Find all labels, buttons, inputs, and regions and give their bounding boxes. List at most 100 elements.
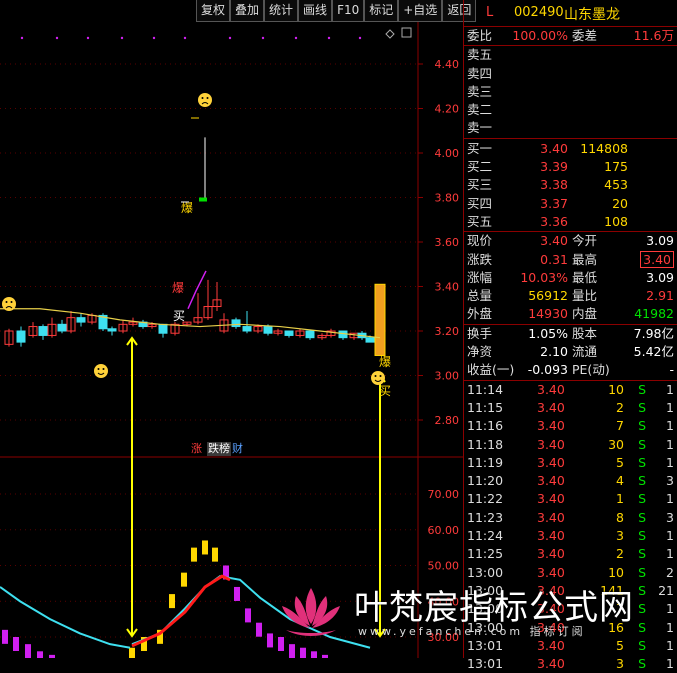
tick-side: S bbox=[638, 509, 646, 525]
quote-row: 现价 3.40 今开 3.09 bbox=[464, 232, 677, 250]
baozha-label: 爆 bbox=[379, 355, 391, 369]
ask-label: 卖二 bbox=[467, 102, 493, 118]
tag-zhang[interactable]: 涨 bbox=[190, 442, 203, 456]
window-icon bbox=[401, 27, 412, 38]
ask-levels: 卖五 卖四 卖三 卖二 卖一 bbox=[464, 46, 677, 139]
draw-button[interactable]: 画线 bbox=[298, 0, 333, 22]
indicator-bar bbox=[256, 622, 262, 637]
neutral-face-icon bbox=[371, 371, 385, 385]
ask-label: 卖五 bbox=[467, 47, 493, 63]
candle-body bbox=[231, 319, 241, 328]
tick-count: 1 bbox=[666, 601, 674, 617]
quote-label: 总量 bbox=[467, 288, 493, 304]
bid-price: 3.38 bbox=[540, 177, 568, 193]
tick-side: S bbox=[638, 528, 646, 544]
tick-price: 3.40 bbox=[537, 418, 565, 434]
stats-button[interactable]: 统计 bbox=[264, 0, 299, 22]
quote-label: 现价 bbox=[467, 233, 493, 249]
tick-price: 3.40 bbox=[537, 399, 565, 415]
quote-value: 3.09 bbox=[646, 269, 674, 285]
tick-time: 11:19 bbox=[467, 454, 504, 470]
lotus-logo-icon bbox=[282, 588, 340, 636]
quote-label: 量比 bbox=[572, 288, 598, 304]
top-marker bbox=[327, 36, 331, 40]
add-watchlist-button[interactable]: +自选 bbox=[398, 0, 443, 22]
tick-count: 1 bbox=[666, 418, 674, 434]
quote-value: 3.40 bbox=[540, 233, 568, 249]
tick-row: 11:25 3.40 2 S 1 bbox=[464, 545, 677, 563]
bid-row: 买一 3.40 114808 bbox=[464, 140, 677, 158]
fundamentals: 换手 1.05% 股本 7.98亿 净资 2.10 流通 5.42亿 收益(一) -0.093 PE… bbox=[464, 325, 677, 381]
quote-value: 0.31 bbox=[540, 251, 568, 267]
bid-price: 3.39 bbox=[540, 159, 568, 175]
ask-row: 卖三 bbox=[464, 83, 677, 101]
fundamental-label: 收益(一) bbox=[467, 362, 515, 378]
candle-body bbox=[305, 330, 315, 339]
tick-volume: 1 bbox=[616, 491, 624, 507]
indicator-bar bbox=[311, 651, 317, 658]
indicator-bar bbox=[212, 547, 218, 562]
overlay-button[interactable]: 叠加 bbox=[230, 0, 265, 22]
quote-stats: 现价 3.40 今开 3.09 涨跌 0.31 最高 3.40 涨幅 10.03% 最低 3.09 总量… bbox=[464, 232, 677, 325]
f10-button[interactable]: F10 bbox=[332, 0, 365, 22]
bid-price: 3.37 bbox=[540, 195, 568, 211]
tick-count: 1 bbox=[666, 637, 674, 653]
mai-label: 买 bbox=[173, 309, 185, 323]
tick-count: 1 bbox=[666, 381, 674, 397]
candle-body bbox=[263, 326, 273, 334]
tick-row: 11:19 3.40 5 S 1 bbox=[464, 454, 677, 472]
tick-count: 1 bbox=[666, 528, 674, 544]
quote-value: 2.91 bbox=[646, 288, 674, 304]
indicator-bar bbox=[2, 629, 8, 644]
fuquan-button[interactable]: 复权 bbox=[196, 0, 231, 22]
bid-price: 3.36 bbox=[540, 213, 568, 229]
tick-row: 11:16 3.40 7 S 1 bbox=[464, 417, 677, 435]
top-marker bbox=[183, 36, 187, 40]
watermark-url: www.yefanchen.com 指标订阅 bbox=[358, 625, 586, 638]
fundamental-label: 换手 bbox=[467, 325, 493, 341]
quote-row: 涨幅 10.03% 最低 3.09 bbox=[464, 269, 677, 287]
fundamental-value: 1.05% bbox=[528, 325, 568, 341]
fundamental-value: - bbox=[669, 362, 674, 378]
tag-cai[interactable]: 财 bbox=[231, 442, 244, 456]
quote-value: 56912 bbox=[528, 288, 568, 304]
weibi-row: 委比 100.00% 委差 11.6万 bbox=[464, 27, 677, 47]
price-tick-label: 2.80 bbox=[435, 414, 460, 427]
market-tag: L bbox=[486, 5, 494, 20]
indicator-tick-label: 70.00 bbox=[428, 488, 460, 501]
bid-label: 买一 bbox=[467, 140, 493, 156]
fundamental-row: 换手 1.05% 股本 7.98亿 bbox=[464, 325, 677, 343]
weicha-label: 委差 bbox=[572, 28, 598, 43]
candle-body bbox=[57, 323, 67, 332]
mark-button[interactable]: 标记 bbox=[364, 0, 399, 22]
tick-count: 1 bbox=[666, 399, 674, 415]
quote-panel: L 002490 山东墨龙 委比 100.00% 委差 11.6万 卖五 卖四 … bbox=[463, 0, 677, 671]
fundamental-value: 2.10 bbox=[540, 344, 568, 360]
watermark-title: 叶梵宸指标公式网 bbox=[354, 588, 634, 628]
candle-body bbox=[158, 323, 168, 334]
limit-up-bar bbox=[374, 283, 386, 356]
price-tick-label: 3.40 bbox=[435, 281, 460, 294]
candle-body bbox=[365, 337, 375, 343]
tick-side: S bbox=[638, 564, 646, 580]
bid-volume: 108 bbox=[604, 213, 628, 229]
stock-code[interactable]: 002490 bbox=[514, 5, 564, 20]
tag-jiebang[interactable]: 跌榜 bbox=[207, 442, 231, 456]
price-tick-label: 3.60 bbox=[435, 236, 460, 249]
ask-label: 卖一 bbox=[467, 120, 493, 136]
baozha-label: 爆 bbox=[172, 281, 184, 295]
tick-count: 2 bbox=[666, 564, 674, 580]
tick-side: S bbox=[638, 399, 646, 415]
fundamental-value: 7.98亿 bbox=[633, 325, 674, 341]
tick-volume: 8 bbox=[616, 509, 624, 525]
tick-count: 3 bbox=[666, 473, 674, 489]
bid-levels: 买一 3.40 114808 买二 3.39 175 买三 3.38 453 买四 3.37 2… bbox=[464, 139, 677, 233]
fundamental-label: 净资 bbox=[467, 344, 493, 360]
stock-name[interactable]: 山东墨龙 bbox=[564, 4, 620, 24]
tick-count: 1 bbox=[666, 619, 674, 635]
candle-body bbox=[107, 328, 117, 332]
tick-price: 3.40 bbox=[537, 546, 565, 562]
tick-price: 3.40 bbox=[537, 454, 565, 470]
kline-chart[interactable]: 4.40 4.20 4.00 3.80 3.60 3.40 3.20 3.00 2.80 70.… bbox=[0, 0, 463, 658]
bid-row: 买三 3.38 453 bbox=[464, 176, 677, 194]
